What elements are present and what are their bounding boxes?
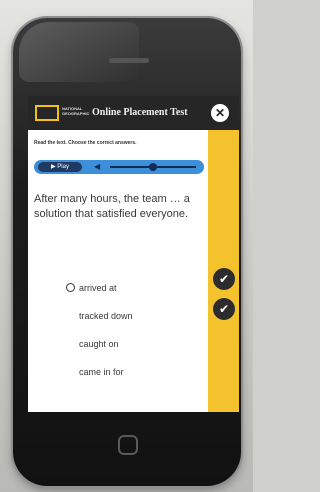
national-geographic-logo-icon: [35, 105, 59, 121]
question-text: After many hours, the team … a solution …: [34, 193, 190, 220]
home-button[interactable]: [118, 435, 138, 455]
volume-slider-handle[interactable]: [149, 163, 157, 171]
phone-speaker: [109, 58, 149, 63]
instruction-text: Read the text. Choose the correct answer…: [34, 140, 137, 146]
app-screen: NATIONAL GEOGRAPHIC Online Placement Tes…: [28, 96, 239, 412]
answer-option[interactable]: tracked down: [66, 307, 206, 325]
answer-option-label: arrived at: [79, 283, 117, 293]
sidebar: ✔ ✔: [208, 130, 239, 412]
play-button[interactable]: ▶ Play: [38, 162, 82, 172]
check-answer-button[interactable]: ✔: [213, 268, 235, 290]
answer-option-label: tracked down: [79, 311, 133, 321]
audio-player: ▶ Play ◀: [34, 160, 204, 174]
answer-option-label: caught on: [79, 339, 119, 349]
answer-option[interactable]: caught on: [66, 335, 206, 353]
recheck-button[interactable]: ✔: [213, 298, 235, 320]
close-button[interactable]: ✕: [211, 104, 229, 122]
logo-text: NATIONAL GEOGRAPHIC: [62, 106, 90, 116]
answer-option[interactable]: arrived at: [66, 279, 206, 297]
answer-option[interactable]: came in for: [66, 363, 206, 381]
answer-option-label: came in for: [79, 367, 124, 377]
page-title: Online Placement Test: [92, 107, 188, 118]
radio-button[interactable]: [66, 283, 75, 292]
volume-icon: ◀: [94, 162, 101, 171]
phone-glare: [19, 22, 139, 82]
app-header: NATIONAL GEOGRAPHIC Online Placement Tes…: [28, 96, 239, 130]
